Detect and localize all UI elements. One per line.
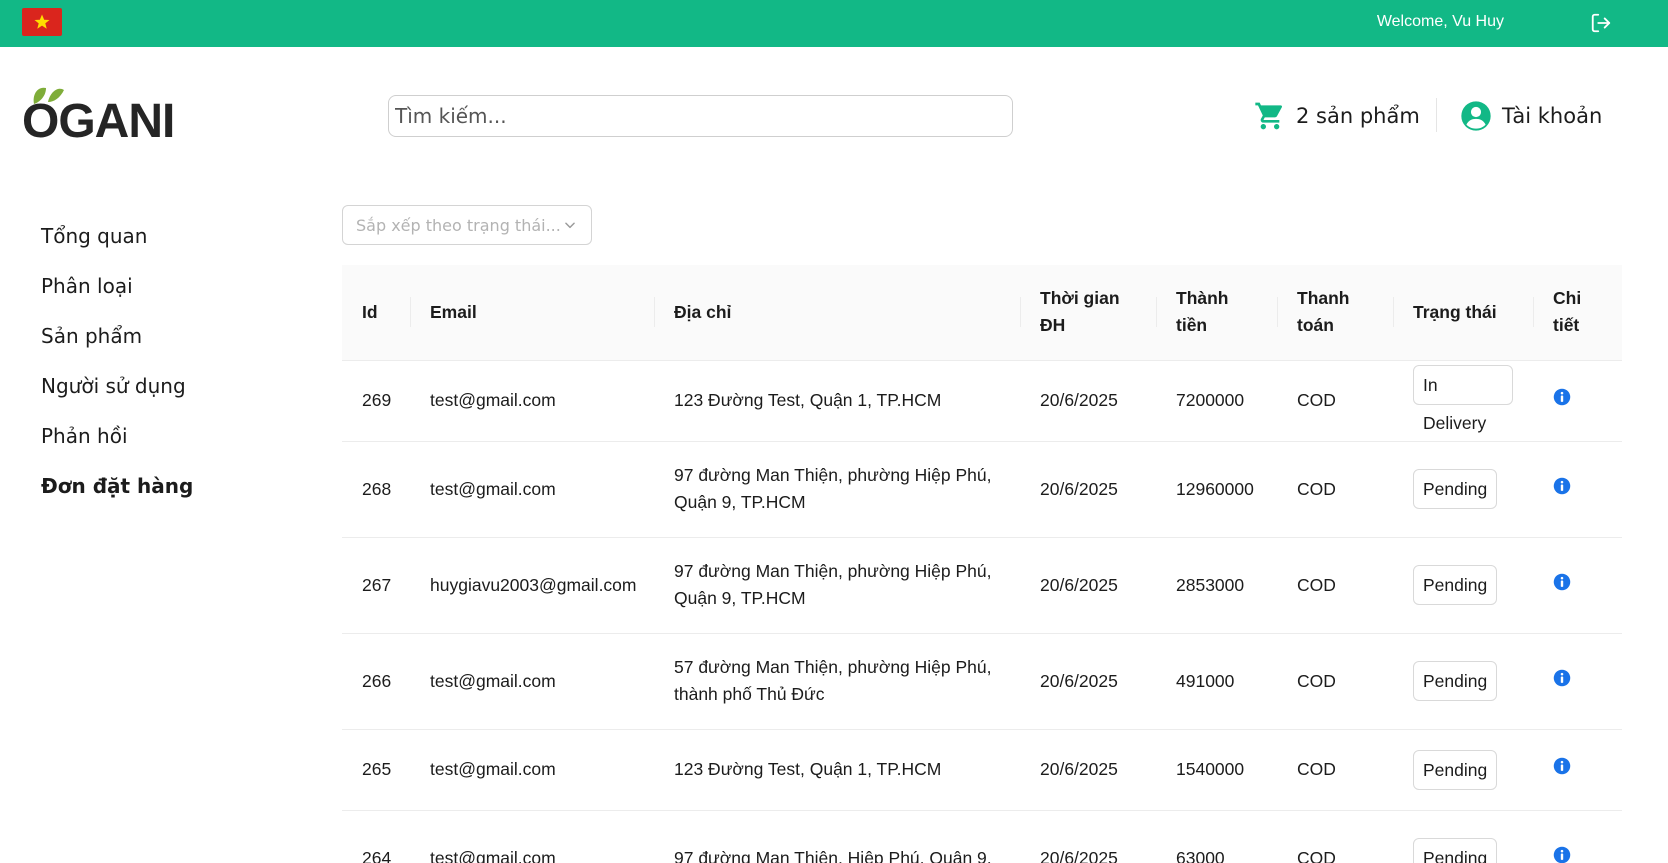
order-id: 268	[342, 440, 410, 537]
order-payment: COD	[1277, 809, 1393, 863]
table-header-row: Id Email Địa chỉ Thời gian ĐH Thành tiền…	[342, 265, 1622, 360]
table-row: 268 test@gmail.com 97 đường Man Thiện, p…	[342, 440, 1622, 537]
sidebar-item-users[interactable]: Người sử dụng	[41, 374, 193, 424]
cart-label: 2 sản phẩm	[1296, 104, 1420, 128]
status-button[interactable]: Pending	[1413, 661, 1498, 701]
status-button[interactable]: In Delivery	[1413, 364, 1513, 433]
vietnam-flag-icon[interactable]	[22, 8, 62, 36]
order-email: test@gmail.com	[410, 632, 654, 729]
order-email: test@gmail.com	[410, 728, 654, 810]
column-header-email[interactable]: Email	[410, 265, 654, 360]
order-payment: COD	[1277, 359, 1393, 441]
table-row: 264 test@gmail.com 97 đường Man Thiện, H…	[342, 809, 1622, 863]
order-date: 20/6/2025	[1020, 632, 1156, 729]
logo-text: OGANI	[22, 95, 175, 148]
orders-table: Id Email Địa chỉ Thời gian ĐH Thành tiền…	[342, 265, 1622, 863]
sidebar-item-orders[interactable]: Đơn đặt hàng	[41, 474, 193, 524]
table-row: 265 test@gmail.com 123 Đường Test, Quận …	[342, 728, 1622, 810]
order-id: 269	[342, 359, 410, 441]
column-header-payment[interactable]: Thanh toán	[1277, 265, 1393, 360]
column-header-status[interactable]: Trạng thái	[1393, 265, 1533, 360]
info-icon[interactable]	[1553, 573, 1571, 591]
order-email: test@gmail.com	[410, 359, 654, 441]
order-total: 12960000	[1156, 440, 1277, 537]
cart-icon	[1255, 102, 1283, 130]
order-address: 97 đường Man Thiện, Hiệp Phú, Quận 9,	[654, 809, 1020, 863]
order-total: 1540000	[1156, 728, 1277, 810]
order-address: 123 Đường Test, Quận 1, TP.HCM	[654, 359, 1020, 441]
order-total: 63000	[1156, 809, 1277, 863]
cart-button[interactable]: 2 sản phẩm	[1254, 98, 1420, 134]
order-total: 2853000	[1156, 536, 1277, 633]
top-bar: Welcome, Vu Huy	[0, 0, 1668, 47]
order-date: 20/6/2025	[1020, 728, 1156, 810]
table-row: 267 huygiavu2003@gmail.com 97 đường Man …	[342, 536, 1622, 633]
status-button[interactable]: Pending	[1413, 469, 1498, 509]
sort-by-status-select[interactable]: Sắp xếp theo trạng thái...	[342, 205, 592, 245]
logout-icon[interactable]	[1590, 12, 1612, 34]
sidebar-item-categories[interactable]: Phân loại	[41, 274, 193, 324]
column-header-id[interactable]: Id	[342, 265, 410, 360]
order-date: 20/6/2025	[1020, 440, 1156, 537]
order-date: 20/6/2025	[1020, 359, 1156, 441]
sidebar-item-products[interactable]: Sản phẩm	[41, 324, 193, 374]
header-divider	[1436, 98, 1437, 132]
order-id: 264	[342, 809, 410, 863]
sidebar-item-overview[interactable]: Tổng quan	[41, 224, 193, 274]
order-address: 97 đường Man Thiện, phường Hiệp Phú, Quậ…	[654, 536, 1020, 633]
order-id: 267	[342, 536, 410, 633]
order-date: 20/6/2025	[1020, 809, 1156, 863]
order-id: 265	[342, 728, 410, 810]
order-total: 7200000	[1156, 359, 1277, 441]
info-icon[interactable]	[1553, 757, 1571, 775]
sort-placeholder: Sắp xếp theo trạng thái...	[356, 215, 561, 235]
table-row: 269 test@gmail.com 123 Đường Test, Quận …	[342, 359, 1622, 441]
ogani-logo[interactable]: OGANI	[22, 82, 175, 148]
column-header-details[interactable]: Chi tiết	[1533, 265, 1622, 360]
account-label: Tài khoản	[1502, 104, 1603, 128]
order-email: test@gmail.com	[410, 809, 654, 863]
status-button[interactable]: Pending	[1413, 838, 1498, 863]
status-button[interactable]: Pending	[1413, 749, 1498, 790]
order-payment: COD	[1277, 440, 1393, 537]
chevron-down-icon	[565, 222, 575, 229]
sidebar-nav: Tổng quan Phân loại Sản phẩm Người sử dụ…	[41, 224, 193, 524]
table-row: 266 test@gmail.com 57 đường Man Thiện, p…	[342, 632, 1622, 729]
order-address: 123 Đường Test, Quận 1, TP.HCM	[654, 728, 1020, 810]
order-payment: COD	[1277, 632, 1393, 729]
column-header-order-time[interactable]: Thời gian ĐH	[1020, 265, 1156, 360]
order-email: huygiavu2003@gmail.com	[410, 536, 654, 633]
order-address: 57 đường Man Thiện, phường Hiệp Phú, thà…	[654, 632, 1020, 729]
status-button[interactable]: Pending	[1413, 565, 1498, 605]
order-payment: COD	[1277, 728, 1393, 810]
search-input[interactable]	[388, 95, 1013, 137]
account-button[interactable]: Tài khoản	[1460, 98, 1602, 134]
order-address: 97 đường Man Thiện, phường Hiệp Phú, Quậ…	[654, 440, 1020, 537]
welcome-text: Welcome, Vu Huy	[1376, 13, 1504, 30]
order-date: 20/6/2025	[1020, 536, 1156, 633]
column-header-total[interactable]: Thành tiền	[1156, 265, 1277, 360]
info-icon[interactable]	[1553, 388, 1571, 406]
order-id: 266	[342, 632, 410, 729]
sidebar-item-feedback[interactable]: Phản hồi	[41, 424, 193, 474]
info-icon[interactable]	[1553, 669, 1571, 687]
order-total: 491000	[1156, 632, 1277, 729]
column-header-address[interactable]: Địa chỉ	[654, 265, 1020, 360]
user-icon	[1461, 101, 1491, 131]
info-icon[interactable]	[1553, 477, 1571, 495]
order-payment: COD	[1277, 536, 1393, 633]
order-email: test@gmail.com	[410, 440, 654, 537]
info-icon[interactable]	[1553, 846, 1571, 863]
